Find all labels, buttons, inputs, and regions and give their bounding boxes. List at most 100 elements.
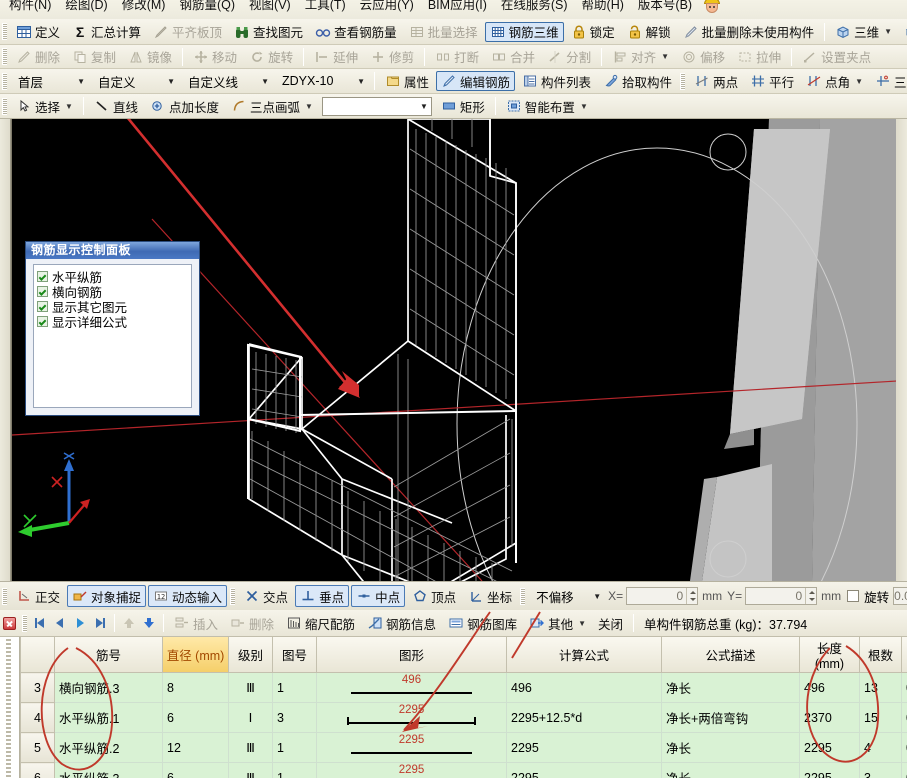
define-button[interactable]: 定义 (11, 22, 65, 42)
last-record-button[interactable] (90, 614, 110, 632)
menu-online-service[interactable]: 在线服务(S) (494, 0, 575, 15)
align-slab-top-button[interactable]: 平齐板顶 (148, 22, 227, 42)
menu-draw[interactable]: 绘图(D) (58, 0, 114, 15)
offset-mode-selector[interactable]: 不偏移 ▼ (530, 587, 604, 606)
cell-grade[interactable]: Ⅲ (228, 672, 273, 703)
rotate-input[interactable]: 0.000 (893, 587, 907, 605)
chevron-down-icon[interactable]: ▼ (578, 619, 586, 628)
cell-lap[interactable]: 0 (901, 702, 907, 733)
chevron-down-icon[interactable]: ▼ (855, 77, 863, 86)
cell-rebar-no[interactable]: 水平纵筋.3 (54, 762, 163, 778)
snap-midpoint-toggle[interactable]: 中点 (351, 585, 406, 607)
rebar-3d-button[interactable]: 钢筋三维 (484, 21, 564, 42)
edit-rebar-button[interactable]: 编辑钢筋 (436, 71, 516, 91)
cell-count[interactable]: 15 (859, 702, 902, 733)
menu-version[interactable]: 版本号(B) (631, 0, 699, 15)
move-down-button[interactable] (139, 614, 159, 632)
rotate-checkbox[interactable] (847, 590, 860, 602)
chevron-down-icon[interactable]: ▼ (884, 27, 892, 36)
rebar-info-button[interactable]: 钢筋信息 (362, 613, 441, 633)
col-shape[interactable]: 图形 (316, 637, 507, 673)
cell-grade[interactable]: Ⅲ (228, 732, 273, 763)
unlock-button[interactable]: 解锁 (622, 22, 676, 42)
col-drawing-no[interactable]: 图号 (272, 637, 317, 673)
y-input[interactable]: 0 (745, 587, 818, 605)
cell-rownum[interactable]: 3 (20, 672, 55, 703)
split-button[interactable]: 分割 (542, 47, 596, 67)
cell-length[interactable]: 2295 (799, 732, 860, 763)
table-row[interactable]: 5 水平纵筋.2 12 Ⅲ 1 2295 2295 净长 2295 4 (20, 732, 907, 763)
cell-shape[interactable]: 496 (316, 672, 507, 703)
properties-button[interactable]: 属性 (380, 71, 434, 91)
rebar-option-show-detailed-formula[interactable]: 显示详细公式 (37, 314, 191, 330)
three-point-axis-button[interactable]: 三点辅轴 ▼ (870, 71, 907, 91)
mirror-button[interactable]: 镜像 (123, 47, 177, 67)
cell-rebar-no[interactable]: 水平纵筋.2 (54, 732, 163, 763)
cell-lap[interactable]: 0 (901, 762, 907, 778)
menu-cloud[interactable]: 云应用(Y) (353, 0, 421, 15)
chevron-down-icon[interactable]: ▼ (580, 102, 588, 111)
cell-shape[interactable]: 2295 (316, 702, 507, 733)
object-snap-toggle[interactable]: 对象捕捉 (67, 585, 147, 607)
close-icon[interactable] (3, 616, 16, 630)
cell-formula[interactable]: 2295+12.5*d (506, 702, 662, 733)
chevron-down-icon[interactable]: ▼ (661, 52, 669, 61)
move-button[interactable]: 移动 (188, 47, 242, 67)
toolbar-grip[interactable] (2, 72, 7, 90)
cell-grade[interactable]: Ⅲ (228, 762, 273, 778)
three-point-arc-button[interactable]: 三点画弧 ▼ (226, 96, 318, 116)
trim-button[interactable]: 修剪 (365, 47, 419, 67)
menu-tools[interactable]: 工具(T) (298, 0, 353, 15)
cell-count[interactable]: 3 (859, 762, 902, 778)
rectangle-button[interactable]: 矩形 (436, 96, 490, 116)
cell-diameter[interactable]: 6 (162, 702, 229, 733)
set-grip-button[interactable]: 设置夹点 (797, 47, 876, 67)
rebar-library-button[interactable]: 钢筋图库 (443, 613, 522, 633)
col-length[interactable]: 长度 (mm) (799, 637, 860, 673)
cell-formula[interactable]: 496 (506, 672, 662, 703)
find-element-button[interactable]: 查找图元 (229, 22, 308, 42)
component-list-button[interactable]: 构件列表 (517, 71, 596, 91)
cell-length[interactable]: 2370 (799, 702, 860, 733)
move-up-button[interactable] (119, 614, 139, 632)
toolbar-grip[interactable] (230, 587, 236, 605)
floor-selector[interactable]: 首层 ▼ (12, 72, 88, 91)
select-button[interactable]: 选择 ▼ (11, 96, 78, 116)
toolbar-grip[interactable] (2, 23, 7, 40)
category-selector[interactable]: 自定义 ▼ (92, 72, 178, 91)
table-row[interactable]: 6 水平纵筋.3 6 Ⅲ 1 2295 2295 净长 2295 3 (20, 762, 907, 778)
prev-record-button[interactable] (50, 614, 70, 632)
cell-drawing-no[interactable]: 1 (272, 672, 317, 703)
cell-rownum[interactable]: 6 (20, 762, 55, 778)
rotate-button[interactable]: 旋转 (244, 47, 298, 67)
cell-formula-desc[interactable]: 净长 (661, 672, 800, 703)
snap-intersection-toggle[interactable]: 交点 (239, 585, 293, 607)
pick-component-button[interactable]: 拾取构件 (598, 71, 677, 91)
col-rownum[interactable] (20, 637, 55, 673)
table-row[interactable]: 3 横向钢筋.3 8 Ⅲ 1 496 496 净长 496 13 (20, 672, 907, 703)
checkbox-checked-icon[interactable] (37, 301, 48, 312)
cell-drawing-no[interactable]: 1 (272, 732, 317, 763)
member-selector[interactable]: ZDYX-10 ▼ (276, 72, 368, 91)
smart-layout-button[interactable]: 智能布置 ▼ (501, 96, 593, 116)
delete-button[interactable]: 删除 (11, 47, 65, 67)
col-formula-desc[interactable]: 公式描述 (661, 637, 800, 673)
other-menu-button[interactable]: 其他 ▼ (524, 613, 591, 633)
insert-row-button[interactable]: 插入 (169, 613, 223, 633)
close-panel-button[interactable]: 关闭 (593, 613, 628, 633)
toolbar-grip[interactable] (22, 614, 27, 632)
menu-component[interactable]: 构件(N) (2, 0, 58, 15)
menu-modify[interactable]: 修改(M) (115, 0, 173, 15)
cell-formula-desc[interactable]: 净长 (661, 732, 800, 763)
cell-grade[interactable]: Ⅰ (228, 702, 273, 733)
first-record-button[interactable] (30, 614, 50, 632)
view-rebar-qty-button[interactable]: 查看钢筋量 (310, 22, 402, 42)
cell-formula[interactable]: 2295 (506, 732, 662, 763)
cell-formula[interactable]: 2295 (506, 762, 662, 778)
cell-formula-desc[interactable]: 净长 (661, 762, 800, 778)
checkbox-checked-icon[interactable] (37, 316, 48, 327)
view-top-button[interactable]: 俯视 ▼ (899, 22, 907, 42)
rebar-table[interactable]: 筋号 直径 (mm) 级别 图号 图形 计算公式 公式描述 长度 (mm) 根数… (0, 637, 907, 778)
offset-button[interactable]: 偏移 (676, 47, 730, 67)
x-input[interactable]: 0 (626, 587, 699, 605)
